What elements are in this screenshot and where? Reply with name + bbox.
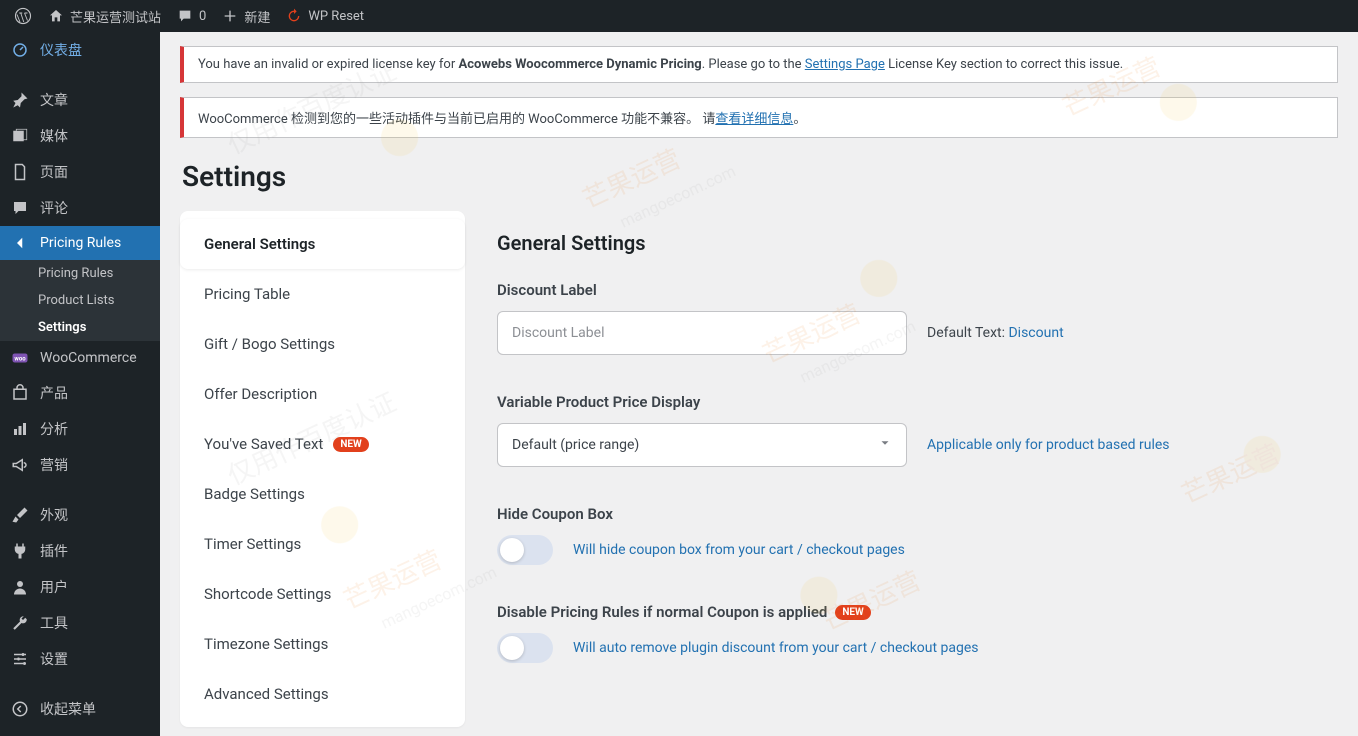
tab-badge[interactable]: Badge Settings xyxy=(180,469,465,519)
tab-advanced[interactable]: Advanced Settings xyxy=(180,669,465,719)
hide-coupon-title: Hide Coupon Box xyxy=(497,505,1330,523)
menu-comments[interactable]: 评论 xyxy=(0,190,160,226)
new-badge: NEW xyxy=(835,605,870,620)
tab-general[interactable]: General Settings xyxy=(180,219,465,269)
disable-rules-toggle[interactable] xyxy=(497,633,553,663)
wpreset-label: WP Reset xyxy=(308,9,364,24)
submenu-pricing: Pricing Rules Product Lists Settings xyxy=(0,260,160,341)
menu-users[interactable]: 用户 xyxy=(0,569,160,605)
chevron-left-icon xyxy=(10,234,30,252)
menu-plugins[interactable]: 插件 xyxy=(0,533,160,569)
product-icon xyxy=(10,384,30,402)
menu-pages[interactable]: 页面 xyxy=(0,154,160,190)
comment-icon xyxy=(10,199,30,217)
plug-icon xyxy=(10,542,30,560)
new-badge: NEW xyxy=(333,437,368,452)
admin-bar: 芒果运营测试站 0 新建 WP Reset xyxy=(0,0,1358,32)
megaphone-icon xyxy=(10,456,30,474)
tab-pricing-table[interactable]: Pricing Table xyxy=(180,269,465,319)
plus-icon xyxy=(222,8,238,24)
menu-products[interactable]: 产品 xyxy=(0,375,160,411)
tab-gift-bogo[interactable]: Gift / Bogo Settings xyxy=(180,319,465,369)
discount-default-text: Default Text: Discount xyxy=(927,325,1064,341)
toggle-knob xyxy=(500,538,524,562)
wp-reset[interactable]: WP Reset xyxy=(278,0,372,32)
chart-icon xyxy=(10,420,30,438)
field-discount-label: Discount Label Default Text: Discount xyxy=(497,281,1330,355)
field-disable-rules: Disable Pricing Rules if normal Coupon i… xyxy=(497,603,1330,663)
pin-icon xyxy=(10,91,30,109)
collapse-icon xyxy=(10,700,30,718)
svg-text:woo: woo xyxy=(14,355,26,362)
tab-saved-text[interactable]: You've Saved TextNEW xyxy=(180,419,465,469)
notice-woo-compat: WooCommerce 检测到您的一些活动插件与当前已启用的 WooCommer… xyxy=(180,97,1338,138)
dashboard-icon xyxy=(10,41,30,59)
user-icon xyxy=(10,578,30,596)
section-title: General Settings xyxy=(497,231,1330,255)
disable-rules-title: Disable Pricing Rules if normal Coupon i… xyxy=(497,603,1330,621)
menu-dashboard[interactable]: 仪表盘 xyxy=(0,32,160,68)
variable-price-help: Applicable only for product based rules xyxy=(927,437,1170,453)
refresh-icon xyxy=(286,8,302,24)
page-icon xyxy=(10,163,30,181)
menu-posts[interactable]: 文章 xyxy=(0,82,160,118)
tab-timezone[interactable]: Timezone Settings xyxy=(180,619,465,669)
disable-rules-help: Will auto remove plugin discount from yo… xyxy=(573,640,979,656)
content-area: You have an invalid or expired license k… xyxy=(160,32,1358,736)
field-hide-coupon: Hide Coupon Box Will hide coupon box fro… xyxy=(497,505,1330,565)
sub-product-lists[interactable]: Product Lists xyxy=(0,287,160,314)
hide-coupon-help: Will hide coupon box from your cart / ch… xyxy=(573,542,905,558)
new-label: 新建 xyxy=(244,7,270,26)
variable-price-select[interactable]: Default (price range) xyxy=(497,423,907,467)
wordpress-icon xyxy=(14,7,32,25)
site-title: 芒果运营测试站 xyxy=(70,7,161,26)
menu-media[interactable]: 媒体 xyxy=(0,118,160,154)
settings-page-link[interactable]: Settings Page xyxy=(805,57,885,72)
settings-tabs: General Settings Pricing Table Gift / Bo… xyxy=(180,211,465,727)
comment-icon xyxy=(177,8,193,24)
menu-woocommerce[interactable]: wooWooCommerce xyxy=(0,341,160,375)
settings-panel: General Settings Discount Label Default … xyxy=(489,211,1338,701)
hide-coupon-toggle[interactable] xyxy=(497,535,553,565)
tab-timer[interactable]: Timer Settings xyxy=(180,519,465,569)
wp-logo[interactable] xyxy=(6,0,40,32)
comments-count: 0 xyxy=(199,9,206,24)
chevron-down-icon xyxy=(878,436,892,454)
admin-menu: 仪表盘 文章 媒体 页面 评论 Pricing Rules Pricing Ru… xyxy=(0,32,160,736)
sliders-icon xyxy=(10,650,30,668)
woo-icon: woo xyxy=(10,349,30,367)
sub-pricing-rules[interactable]: Pricing Rules xyxy=(0,260,160,287)
menu-pricing-rules[interactable]: Pricing Rules xyxy=(0,226,160,260)
tab-shortcode[interactable]: Shortcode Settings xyxy=(180,569,465,619)
menu-analytics[interactable]: 分析 xyxy=(0,411,160,447)
menu-settings[interactable]: 设置 xyxy=(0,641,160,677)
home-icon xyxy=(48,8,64,24)
brush-icon xyxy=(10,506,30,524)
woo-details-link[interactable]: 查看详细信息 xyxy=(715,112,793,127)
media-icon xyxy=(10,127,30,145)
site-name[interactable]: 芒果运营测试站 xyxy=(40,0,169,32)
menu-marketing[interactable]: 营销 xyxy=(0,447,160,483)
discount-label-title: Discount Label xyxy=(497,281,1330,299)
page-title: Settings xyxy=(182,160,1338,193)
new-content[interactable]: 新建 xyxy=(214,0,278,32)
menu-tools[interactable]: 工具 xyxy=(0,605,160,641)
sub-settings[interactable]: Settings xyxy=(0,314,160,341)
variable-price-title: Variable Product Price Display xyxy=(497,393,1330,411)
field-variable-price: Variable Product Price Display Default (… xyxy=(497,393,1330,467)
notice-license: You have an invalid or expired license k… xyxy=(180,46,1338,83)
toggle-knob xyxy=(500,636,524,660)
tab-offer-description[interactable]: Offer Description xyxy=(180,369,465,419)
menu-collapse[interactable]: 收起菜单 xyxy=(0,691,160,727)
discount-label-input[interactable] xyxy=(497,311,907,355)
menu-appearance[interactable]: 外观 xyxy=(0,497,160,533)
comments-link[interactable]: 0 xyxy=(169,0,214,32)
wrench-icon xyxy=(10,614,30,632)
